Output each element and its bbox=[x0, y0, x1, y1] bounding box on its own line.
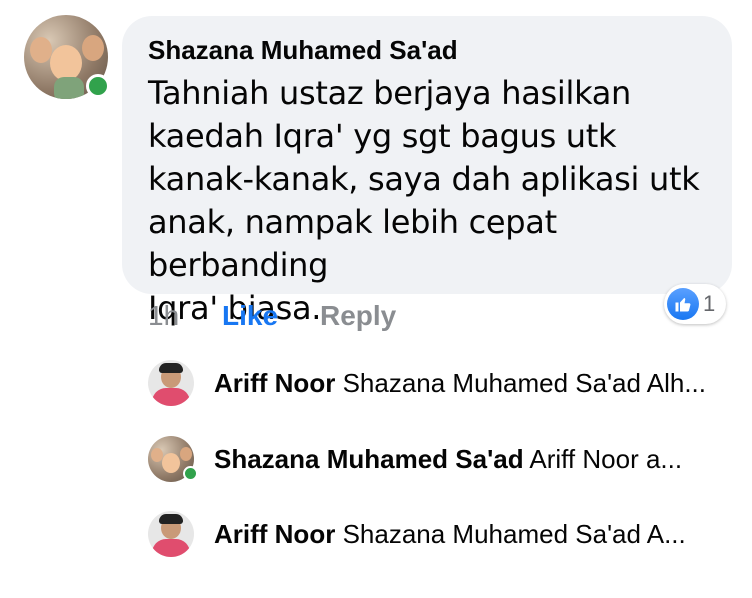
reaction-count: 1 bbox=[703, 291, 716, 316]
reply-avatar[interactable] bbox=[148, 360, 194, 406]
reply-author[interactable]: Ariff Noor bbox=[214, 368, 335, 398]
online-status-icon bbox=[183, 466, 198, 481]
reply-author[interactable]: Ariff Noor bbox=[214, 519, 335, 549]
reaction-summary[interactable]: 1 bbox=[664, 284, 726, 324]
reply-item[interactable]: Ariff Noor Shazana Muhamed Sa'ad Alh... bbox=[148, 360, 738, 410]
comment-author[interactable]: Shazana Muhamed Sa'ad bbox=[148, 34, 706, 66]
comment-timestamp[interactable]: 1h bbox=[148, 300, 179, 332]
reply-preview: Ariff Noor a... bbox=[529, 444, 683, 474]
reply-preview: Shazana Muhamed Sa'ad Alh... bbox=[342, 368, 706, 398]
reply-text: Ariff Noor Shazana Muhamed Sa'ad Alh... bbox=[214, 368, 706, 399]
thumbs-up-icon bbox=[667, 288, 699, 320]
reply-preview: Shazana Muhamed Sa'ad A... bbox=[342, 519, 686, 549]
reply-button[interactable]: Reply bbox=[320, 300, 396, 332]
reply-text: Shazana Muhamed Sa'ad Ariff Noor a... bbox=[214, 444, 682, 475]
reply-item[interactable]: Shazana Muhamed Sa'ad Ariff Noor a... bbox=[148, 436, 738, 486]
comment-text: Tahniah ustaz berjaya hasilkan kaedah Iq… bbox=[148, 74, 700, 327]
online-status-icon bbox=[86, 74, 110, 98]
like-button[interactable]: Like bbox=[222, 300, 278, 332]
reply-text: Ariff Noor Shazana Muhamed Sa'ad A... bbox=[214, 519, 686, 550]
reply-author[interactable]: Shazana Muhamed Sa'ad bbox=[214, 444, 524, 474]
comment-bubble: Shazana Muhamed Sa'ad Tahniah ustaz berj… bbox=[122, 16, 732, 327]
reply-item[interactable]: Ariff Noor Shazana Muhamed Sa'ad A... bbox=[148, 511, 738, 561]
reply-avatar[interactable] bbox=[148, 511, 194, 557]
